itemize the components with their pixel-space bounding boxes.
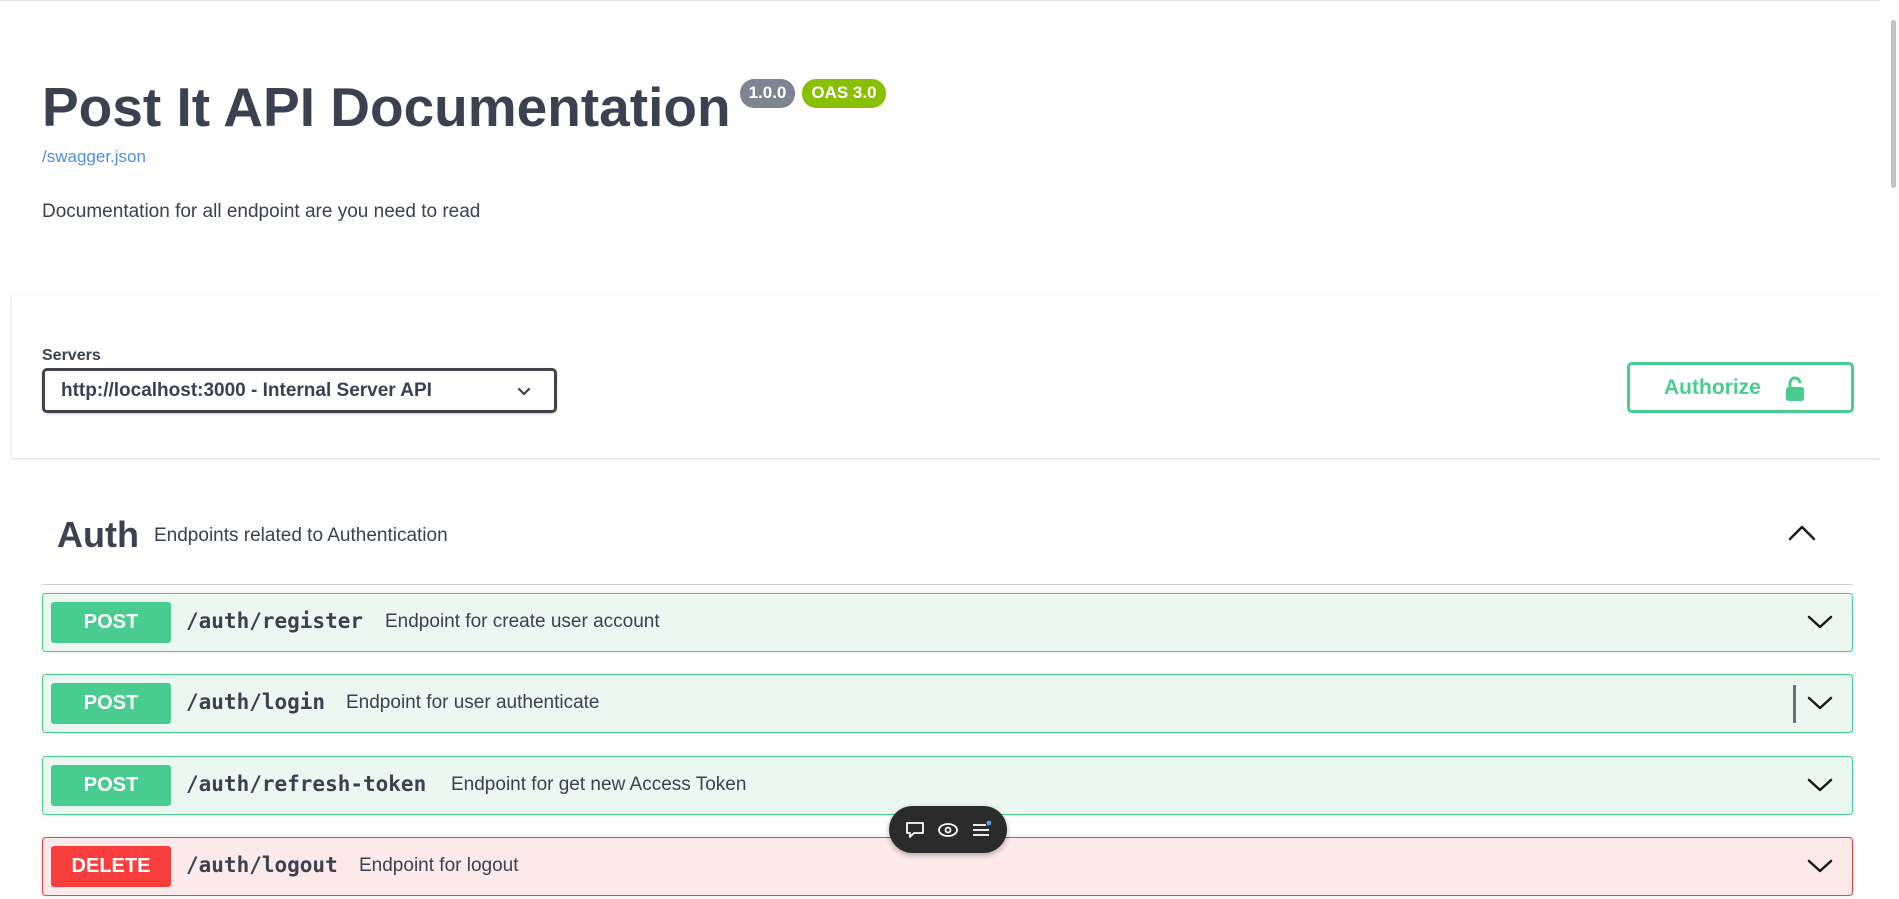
tag-name: Auth xyxy=(57,514,139,555)
method-badge: POST xyxy=(51,683,171,724)
operation-summary: Endpoint for user authenticate xyxy=(346,692,600,713)
method-badge: POST xyxy=(51,765,171,806)
operation-path: /auth/login xyxy=(186,690,326,714)
scrollbar-thumb[interactable] xyxy=(1891,20,1896,188)
chevron-down-icon xyxy=(517,387,531,396)
tag-description: Endpoints related to Authentication xyxy=(154,525,448,546)
servers-select[interactable]: http://localhost:3000 - Internal Server … xyxy=(42,368,557,413)
oas-badge: OAS 3.0 xyxy=(802,79,886,108)
menu-icon[interactable] xyxy=(969,818,993,842)
operation-post-auth-login[interactable]: POST /auth/login Endpoint for user authe… xyxy=(42,674,1853,733)
operation-path: /auth/logout xyxy=(186,853,338,877)
method-badge: DELETE xyxy=(51,846,171,887)
chevron-down-icon[interactable] xyxy=(1806,612,1834,632)
floating-toolbar xyxy=(889,806,1007,853)
operation-summary: Endpoint for logout xyxy=(359,855,519,876)
operation-summary: Endpoint for create user account xyxy=(385,611,660,632)
operation-summary: Endpoint for get new Access Token xyxy=(451,774,747,795)
vertical-scrollbar[interactable] xyxy=(1880,0,1899,899)
swagger-ui-page: Post It API Documentation 1.0.0 OAS 3.0 … xyxy=(0,0,1882,899)
operation-post-auth-register[interactable]: POST /auth/register Endpoint for create … xyxy=(42,593,1853,652)
servers-container: Servers http://localhost:3000 - Internal… xyxy=(12,295,1882,458)
unlock-icon xyxy=(1786,376,1804,401)
text-cursor xyxy=(1793,685,1796,723)
title-row: Post It API Documentation 1.0.0 OAS 3.0 xyxy=(42,71,893,143)
version-badge: 1.0.0 xyxy=(739,79,796,108)
tag-section-auth[interactable]: Auth Endpoints related to Authentication xyxy=(42,501,1853,585)
method-badge: POST xyxy=(51,602,171,643)
authorize-label: Authorize xyxy=(1664,375,1761,399)
chevron-up-icon[interactable] xyxy=(1787,523,1817,543)
operation-path: /auth/register xyxy=(186,609,364,633)
authorize-button[interactable]: Authorize xyxy=(1627,362,1854,413)
chevron-down-icon[interactable] xyxy=(1806,856,1834,876)
api-info: Post It API Documentation 1.0.0 OAS 3.0 … xyxy=(42,71,893,223)
servers-label: Servers xyxy=(42,347,101,364)
eye-icon[interactable] xyxy=(936,818,960,842)
api-description: Documentation for all endpoint are you n… xyxy=(42,201,481,222)
chevron-down-icon[interactable] xyxy=(1806,693,1834,713)
chevron-down-icon[interactable] xyxy=(1806,775,1834,795)
spec-link[interactable]: /swagger.json xyxy=(42,147,893,167)
page-title: Post It API Documentation xyxy=(42,76,731,138)
version-badges: 1.0.0 OAS 3.0 xyxy=(739,79,893,108)
comment-icon[interactable] xyxy=(903,818,927,842)
operation-path: /auth/refresh-token xyxy=(186,772,427,796)
servers-select-value: http://localhost:3000 - Internal Server … xyxy=(61,379,432,401)
